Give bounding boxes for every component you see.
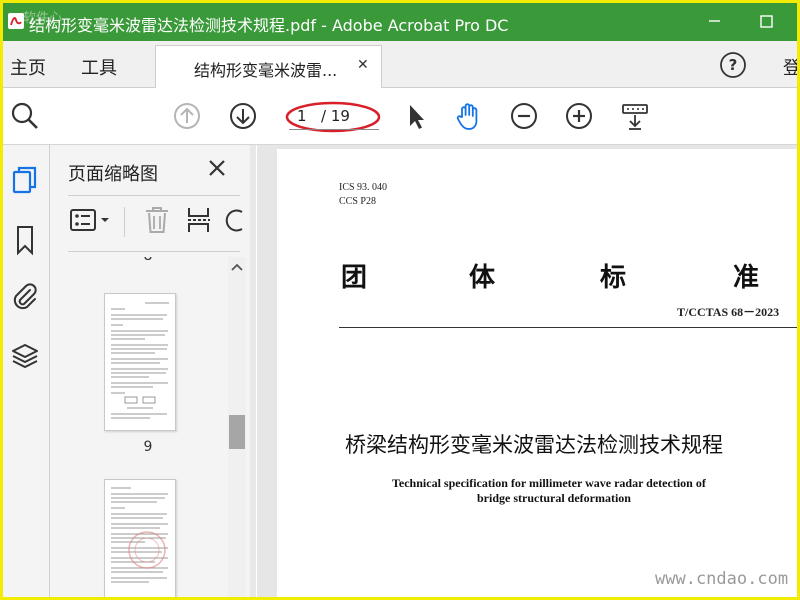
corner-watermark: 软件心 (23, 11, 63, 26)
thumbnail-options-icon[interactable] (68, 205, 114, 235)
tab-document[interactable]: 结构形变毫米波雷... ✕ (155, 45, 382, 89)
hand-icon[interactable] (453, 100, 485, 132)
page-number-field[interactable]: 1 / 19 (285, 100, 381, 133)
minimize-icon[interactable] (699, 9, 729, 33)
thumbnail-content-10 (111, 487, 168, 583)
panel-title: 页面缩略图 (68, 164, 158, 185)
total-pages-label: / 19 (321, 107, 350, 125)
tab-tools[interactable]: 工具 (81, 54, 117, 80)
document-title-en-line1: Technical specification for millimeter w… (392, 476, 706, 490)
standard-type-char: 体 (469, 263, 496, 293)
page-thumbnails-panel: 页面缩略图 9 (50, 145, 250, 597)
page-thumbnails-icon[interactable] (8, 163, 42, 197)
tab-bar: 主页 工具 结构形变毫米波雷... ✕ ? 登 (3, 41, 797, 89)
thumbnail-scrollbar[interactable] (228, 257, 246, 597)
zoom-in-icon[interactable] (563, 100, 595, 132)
maximize-icon[interactable] (751, 9, 781, 33)
rotate-page-icon[interactable] (224, 205, 246, 235)
insert-page-icon[interactable] (186, 205, 214, 235)
layers-icon[interactable] (8, 339, 42, 373)
thumbnail-page-9[interactable] (104, 293, 176, 431)
left-navigation-rail (3, 145, 50, 597)
header-rule (339, 327, 797, 328)
window-title: 结构形变毫米波雷达法检测技术规程.pdf - Adobe Acrobat Pro… (29, 16, 509, 35)
sign-in-button[interactable]: 登 (783, 54, 797, 80)
current-page-input[interactable]: 1 (297, 107, 307, 125)
site-watermark: www.cndao.com (655, 569, 789, 589)
document-view[interactable]: ICS 93. 040 CCS P28 团 体 标 准 T/CCTAS 68－2… (257, 145, 797, 597)
attachment-icon[interactable] (8, 279, 42, 313)
acrobat-window: 结构形变毫米波雷达法检测技术规程.pdf - Adobe Acrobat Pro… (3, 3, 797, 597)
search-zoom-icon[interactable] (9, 100, 41, 132)
document-tab-label: 结构形变毫米波雷... (194, 61, 338, 80)
delete-page-icon[interactable] (142, 205, 172, 235)
close-tab-icon[interactable]: ✕ (357, 57, 369, 73)
pdf-page: ICS 93. 040 CCS P28 团 体 标 准 T/CCTAS 68－2… (277, 149, 797, 597)
document-title-en-line2: bridge structural deformation (477, 491, 631, 505)
ics-code: ICS 93. 040 (339, 182, 388, 193)
standard-type-char: 团 (341, 263, 368, 293)
read-mode-icon[interactable] (619, 100, 651, 132)
help-icon[interactable]: ? (719, 51, 747, 79)
toolbar-separator (124, 207, 125, 237)
title-bar: 结构形变毫米波雷达法检测技术规程.pdf - Adobe Acrobat Pro… (3, 3, 797, 41)
thumbnail-number-9: 9 (143, 439, 153, 455)
toolbar: 1 / 19 (3, 88, 797, 145)
thumbnail-number-8: 8 (128, 257, 168, 264)
panel-divider (68, 195, 240, 196)
tab-home[interactable]: 主页 (10, 54, 46, 80)
thumbnail-page-10[interactable] (104, 479, 176, 597)
ccs-code: CCS P28 (339, 196, 376, 207)
svg-text:?: ? (729, 56, 738, 74)
bookmark-icon[interactable] (8, 223, 42, 257)
scroll-up-icon[interactable] (228, 259, 246, 275)
close-panel-icon[interactable] (206, 157, 228, 179)
standard-type-char: 标 (600, 263, 627, 293)
standard-number: T/CCTAS 68－2023 (677, 305, 780, 319)
page-field-underline (289, 129, 379, 130)
scrollbar-thumb[interactable] (229, 415, 245, 449)
select-arrow-icon[interactable] (399, 100, 431, 132)
zoom-out-icon[interactable] (508, 100, 540, 132)
page-up-icon[interactable] (171, 100, 203, 132)
panel-divider-2 (68, 251, 240, 252)
thumbnail-content (111, 302, 169, 419)
thumbnail-list: 8 (68, 257, 228, 597)
page-down-icon[interactable] (227, 100, 259, 132)
standard-type-char: 准 (733, 263, 760, 293)
panel-splitter[interactable] (250, 145, 256, 597)
document-title-cn: 桥梁结构形变毫米波雷达法检测技术规程 (345, 433, 723, 457)
